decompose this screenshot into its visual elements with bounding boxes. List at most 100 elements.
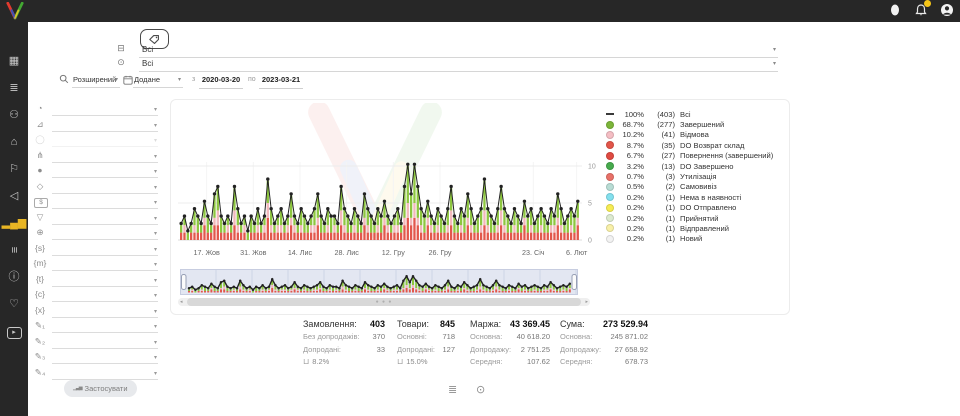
list-view-icon[interactable]: ≣ bbox=[448, 383, 457, 396]
ruler-select[interactable]: ▾ bbox=[52, 119, 158, 132]
legend-item[interactable]: 68.7%(277)Завершений bbox=[606, 119, 784, 129]
braces-t-select[interactable]: ▾ bbox=[52, 274, 158, 287]
disabled-circle-select[interactable]: ▾ bbox=[52, 134, 158, 147]
marketing-icon[interactable]: ◁ bbox=[0, 188, 28, 204]
sales-icon[interactable]: ⚐ bbox=[0, 161, 28, 177]
legend-item[interactable]: 0.5%(2)Самовивіз bbox=[606, 182, 784, 192]
identity-icon: ● bbox=[32, 165, 48, 175]
legend-item[interactable]: 0.2%(1)Новий bbox=[606, 234, 784, 244]
chevron-down-icon: ▾ bbox=[154, 184, 157, 191]
stat-label: Без допродажів: bbox=[303, 331, 360, 344]
package-select[interactable]: ▾ bbox=[52, 181, 158, 194]
legend-percent: 0.5% bbox=[618, 182, 644, 191]
braces-t-icon: {t} bbox=[32, 274, 48, 284]
identity-select[interactable]: ▾ bbox=[52, 165, 158, 178]
branch-select[interactable]: ▾ bbox=[52, 150, 158, 163]
legend-item[interactable]: 0.2%(1)Відправлений bbox=[606, 223, 784, 233]
dashboard-icon[interactable]: ▦ bbox=[0, 53, 28, 69]
globe-select[interactable]: ▾ bbox=[52, 227, 158, 240]
orders-timeline-chart[interactable]: 051017. Жов31. Жов14. Лис28. Лис12. Гру2… bbox=[178, 104, 602, 264]
date-from-input[interactable]: 2020-03-20 bbox=[199, 73, 243, 89]
chevron-down-icon: ▾ bbox=[154, 370, 157, 377]
notifications-bell-icon[interactable] bbox=[914, 3, 928, 17]
clients-icon[interactable]: ⚇ bbox=[0, 107, 28, 123]
advanced-search-select[interactable]: Розширений ▾ bbox=[72, 73, 120, 88]
date-to-input[interactable]: 2023-03-21 bbox=[259, 73, 303, 89]
currency-select[interactable]: ▾ bbox=[52, 196, 158, 209]
stat-label: Товари: bbox=[397, 317, 429, 331]
stat-value: 40 618.20 bbox=[517, 331, 550, 344]
product-select[interactable]: Всі ▾ bbox=[139, 57, 778, 72]
svg-text:26. Гру: 26. Гру bbox=[428, 248, 451, 257]
chevron-down-icon: ▾ bbox=[154, 137, 157, 144]
legend-item[interactable]: 0.7%(3)Утилізація bbox=[606, 171, 784, 181]
pencil-1-select[interactable]: ▾ bbox=[52, 320, 158, 333]
user-icon[interactable] bbox=[888, 3, 902, 17]
video-tutorials-icon[interactable]: ▸ bbox=[0, 323, 28, 339]
legend-item[interactable]: 0.2%(1)DO Отправлено bbox=[606, 203, 784, 213]
stat-value: 2 751.25 bbox=[521, 344, 550, 357]
legend-label: DO Отправлено bbox=[680, 203, 736, 212]
braces-c-select[interactable]: ▾ bbox=[52, 289, 158, 302]
svg-text:28. Лис: 28. Лис bbox=[334, 248, 359, 257]
braces-s-select[interactable]: ▾ bbox=[52, 243, 158, 256]
sphere-select[interactable]: ▾ bbox=[52, 103, 158, 116]
chevron-down-icon: ▾ bbox=[154, 292, 157, 299]
scroll-right-icon[interactable]: ▸ bbox=[585, 299, 588, 305]
stat-label: Маржа: bbox=[470, 317, 501, 331]
scroll-left-icon[interactable]: ◂ bbox=[180, 299, 183, 305]
stat-label: Основна: bbox=[470, 331, 502, 344]
chart-navigator[interactable] bbox=[180, 269, 578, 296]
legend-item[interactable]: 10.2%(41)Відмова bbox=[606, 130, 784, 140]
search-icon[interactable] bbox=[56, 74, 72, 86]
stat-value: 403 bbox=[370, 317, 385, 331]
chart-scrollbar[interactable]: ◂ ● ● ● ▸ bbox=[178, 298, 590, 306]
app-logo-icon[interactable] bbox=[5, 2, 25, 20]
filter-row-braces-s: {s}▾ bbox=[30, 243, 158, 257]
legend-item[interactable]: 6.7%(27)Повернення (завершений) bbox=[606, 151, 784, 161]
pencil-2-select[interactable]: ▾ bbox=[52, 336, 158, 349]
legend-item[interactable]: 100%(403)Всі bbox=[606, 109, 784, 119]
date-field-select[interactable]: Додане ▾ bbox=[133, 73, 183, 88]
cube-view-icon[interactable]: ⊙ bbox=[476, 383, 485, 396]
account-avatar-icon[interactable] bbox=[940, 3, 954, 17]
store-icon[interactable]: ⌂ bbox=[0, 134, 28, 150]
pencil-2-icon: ✎₂ bbox=[32, 336, 48, 347]
currency-icon: $ bbox=[34, 198, 48, 208]
stat-label: Основна: bbox=[560, 331, 592, 344]
info-icon[interactable]: ⓘ bbox=[0, 269, 28, 285]
ruler-icon: ⊿ bbox=[32, 119, 48, 130]
pencil-3-select[interactable]: ▾ bbox=[52, 351, 158, 364]
scrollbar-handle[interactable]: ● ● ● bbox=[187, 298, 581, 306]
upsell-percent: 8.2% bbox=[312, 356, 329, 369]
legend-item[interactable]: 0.2%(1)Нема в наявності bbox=[606, 192, 784, 202]
apply-button-label: Застосувати bbox=[85, 380, 128, 397]
stat-sub-row: Без допродажів:370 bbox=[303, 331, 385, 344]
legend-dot-swatch bbox=[606, 224, 614, 232]
braces-x-select[interactable]: ▾ bbox=[52, 305, 158, 318]
package-icon: ◇ bbox=[32, 181, 48, 192]
braces-m-select[interactable]: ▾ bbox=[52, 258, 158, 271]
apply-filters-button[interactable]: ▁▃▅ Застосувати bbox=[64, 380, 137, 397]
stat-sub-row: ⊔8.2% bbox=[303, 356, 385, 369]
legend-item[interactable]: 8.7%(35)DO Возврат склад bbox=[606, 140, 784, 150]
chevron-down-icon: ▾ bbox=[154, 230, 157, 237]
funnel-select[interactable]: ▾ bbox=[52, 212, 158, 225]
collection-select[interactable]: Всі ▾ bbox=[139, 43, 778, 58]
orders-icon[interactable]: ≣ bbox=[0, 80, 28, 96]
stat-title-row: Сума:273 529.94 bbox=[560, 317, 648, 331]
pencil-4-select[interactable]: ▾ bbox=[52, 367, 158, 380]
statistics-icon[interactable]: ▂▄▆ bbox=[0, 215, 28, 231]
stat-sub-row: Основна: 40 618.20 bbox=[470, 331, 550, 344]
legend-dot-swatch bbox=[606, 235, 614, 243]
chevron-down-icon: ▾ bbox=[154, 354, 157, 361]
support-icon[interactable]: ♡ bbox=[0, 296, 28, 312]
filter-row-pencil-1: ✎₁▾ bbox=[30, 320, 158, 334]
legend-label: Новий bbox=[680, 234, 702, 243]
legend-count: (1) bbox=[649, 234, 675, 243]
chevron-down-icon: ▾ bbox=[154, 246, 157, 253]
legend-count: (277) bbox=[649, 120, 675, 129]
legend-item[interactable]: 3.2%(13)DO Завершено bbox=[606, 161, 784, 171]
legend-item[interactable]: 0.2%(1)Прийнятий bbox=[606, 213, 784, 223]
settings-sliders-icon[interactable]: ≡ bbox=[6, 236, 22, 264]
